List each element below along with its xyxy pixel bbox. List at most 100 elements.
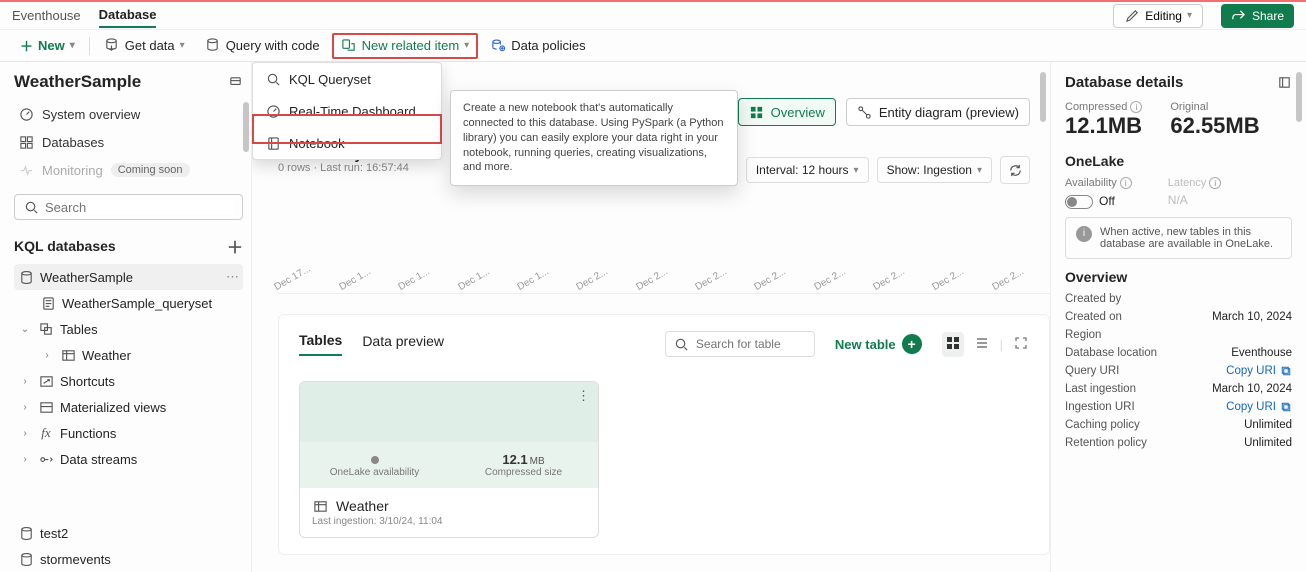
onelake-section-title: OneLake	[1065, 153, 1292, 169]
more-icon[interactable]: ⋯	[226, 269, 239, 285]
view-list-button[interactable]	[974, 335, 990, 354]
tab-data-preview[interactable]: Data preview	[362, 333, 444, 355]
chevron-right-icon[interactable]: ›	[40, 350, 54, 361]
retention-policy-val: Unlimited	[1244, 437, 1292, 449]
get-data-button[interactable]: Get data ▾	[96, 34, 193, 58]
tree-streams-label: Data streams	[60, 452, 137, 467]
new-related-item-button[interactable]: New related item ▾	[332, 33, 479, 59]
chevron-right-icon[interactable]: ›	[18, 428, 32, 439]
tree-shortcuts[interactable]: › Shortcuts	[14, 368, 243, 394]
dd-notebook[interactable]: Notebook	[253, 127, 441, 159]
editing-button[interactable]: Editing ▾	[1113, 4, 1203, 28]
sidebar-item-databases[interactable]: Databases	[14, 128, 243, 156]
queryset-icon	[40, 295, 56, 311]
query-with-code-button[interactable]: Query with code	[197, 34, 328, 58]
tab-database[interactable]: Database	[99, 3, 157, 28]
x-label: Dec 2...	[812, 266, 847, 293]
monitoring-label: Monitoring	[42, 163, 103, 178]
tree-materialized-views[interactable]: › Materialized views	[14, 394, 243, 420]
database-icon	[18, 269, 34, 285]
tree-data-streams[interactable]: › Data streams	[14, 446, 243, 472]
tree-db-weathersample[interactable]: WeatherSample ⋯	[14, 264, 243, 290]
pin-icon[interactable]	[227, 74, 243, 90]
dd-kql-queryset[interactable]: KQL Queryset	[253, 63, 441, 95]
info-icon[interactable]: i	[1209, 177, 1221, 189]
tree-queryset[interactable]: WeatherSample_queryset	[14, 290, 243, 316]
tree-functions[interactable]: › fx Functions	[14, 420, 243, 446]
expand-icon[interactable]	[1276, 75, 1292, 91]
overview-tab-button[interactable]: Overview	[738, 98, 836, 126]
sidebar: WeatherSample System overview Databases …	[0, 62, 252, 572]
divider: |	[1000, 337, 1003, 352]
tree-weather[interactable]: › Weather	[14, 342, 243, 368]
availability-toggle[interactable]	[1065, 195, 1093, 209]
tree-tables-label: Tables	[60, 322, 98, 337]
new-related-item-dropdown: KQL Queryset Real-Time Dashboard Noteboo…	[252, 62, 442, 160]
created-on-val: March 10, 2024	[1212, 311, 1292, 323]
function-icon: fx	[38, 425, 54, 441]
sidebar-search-input[interactable]	[45, 200, 234, 215]
caching-policy-val: Unlimited	[1244, 419, 1292, 431]
chevron-right-icon[interactable]: ›	[18, 402, 32, 413]
tree-db-test2[interactable]: test2	[14, 520, 243, 546]
scrollbar[interactable]	[243, 102, 249, 152]
interval-select[interactable]: Interval: 12 hours▾	[746, 157, 869, 183]
card-onelake-stat: OneLake availability	[300, 442, 449, 488]
top-tabs-bar: Eventhouse Database Editing ▾ Share	[0, 0, 1306, 30]
info-icon[interactable]: i	[1130, 101, 1142, 113]
chevron-down-icon[interactable]: ⌄	[18, 324, 32, 335]
ingestion-uri-copy[interactable]: Copy URI	[1226, 401, 1292, 413]
table-icon	[312, 498, 328, 514]
query-with-code-label: Query with code	[226, 38, 320, 53]
dd-kql-label: KQL Queryset	[289, 72, 371, 87]
view-grid-button[interactable]	[942, 332, 964, 357]
search-icon	[23, 199, 39, 215]
card-more-icon[interactable]: ⋮	[577, 388, 590, 404]
info-icon[interactable]: i	[1120, 177, 1132, 189]
latency-label: Latency	[1168, 177, 1207, 189]
refresh-button[interactable]	[1000, 156, 1030, 184]
tree-tables[interactable]: ⌄ Tables	[14, 316, 243, 342]
sidebar-search[interactable]	[14, 194, 243, 220]
download-db-icon	[104, 38, 120, 54]
last-ingestion-val: March 10, 2024	[1212, 383, 1292, 395]
chart-x-labels: Dec 17... Dec 1... Dec 1... Dec 1... Dec…	[278, 282, 1030, 293]
retention-policy-key: Retention policy	[1065, 437, 1147, 449]
dd-dashboard-label: Real-Time Dashboard	[289, 104, 416, 119]
new-button[interactable]: ＋ New ▾	[12, 32, 83, 59]
plus-icon: ＋	[20, 36, 33, 55]
plus-circle-icon: +	[902, 334, 922, 354]
chevron-down-icon: ▾	[1187, 10, 1192, 21]
search-icon	[674, 336, 690, 352]
table-card-weather[interactable]: ⋮ OneLake availability 12.1MB Compressed…	[299, 381, 599, 538]
new-table-button[interactable]: New table +	[835, 334, 922, 354]
share-button[interactable]: Share	[1221, 4, 1294, 28]
dd-realtime-dashboard[interactable]: Real-Time Dashboard	[253, 95, 441, 127]
tree-db-stormevents[interactable]: stormevents	[14, 546, 243, 572]
fullscreen-button[interactable]	[1013, 335, 1029, 354]
card-table-name: Weather	[336, 498, 389, 514]
show-label: Show: Ingestion	[887, 163, 972, 177]
created-on-key: Created on	[1065, 311, 1122, 323]
search-tables[interactable]	[665, 331, 815, 357]
data-policies-button[interactable]: Data policies	[482, 34, 593, 58]
search-tables-input[interactable]	[696, 337, 806, 351]
show-select[interactable]: Show: Ingestion▾	[877, 157, 992, 183]
chevron-down-icon: ▾	[70, 40, 75, 51]
sidebar-item-system-overview[interactable]: System overview	[14, 100, 243, 128]
center-content: KQL Queryset Real-Time Dashboard Noteboo…	[252, 62, 1050, 572]
tab-tables[interactable]: Tables	[299, 332, 342, 356]
chevron-right-icon[interactable]: ›	[18, 376, 32, 387]
tab-eventhouse[interactable]: Eventhouse	[12, 4, 81, 27]
share-icon	[1231, 8, 1247, 24]
caching-policy-key: Caching policy	[1065, 419, 1140, 431]
entity-diagram-button[interactable]: Entity diagram (preview)	[846, 98, 1030, 126]
right-panel: Database details Compressed i 12.1MB Ori…	[1050, 62, 1306, 572]
query-uri-copy[interactable]: Copy URI	[1226, 365, 1292, 377]
scrollbar[interactable]	[1296, 72, 1302, 122]
db-details-title: Database details	[1065, 74, 1183, 91]
card-compressed-label: Compressed size	[449, 467, 598, 478]
chevron-right-icon[interactable]: ›	[18, 454, 32, 465]
add-database-button[interactable]: ＋	[227, 234, 243, 258]
availability-value: Off	[1099, 194, 1115, 208]
